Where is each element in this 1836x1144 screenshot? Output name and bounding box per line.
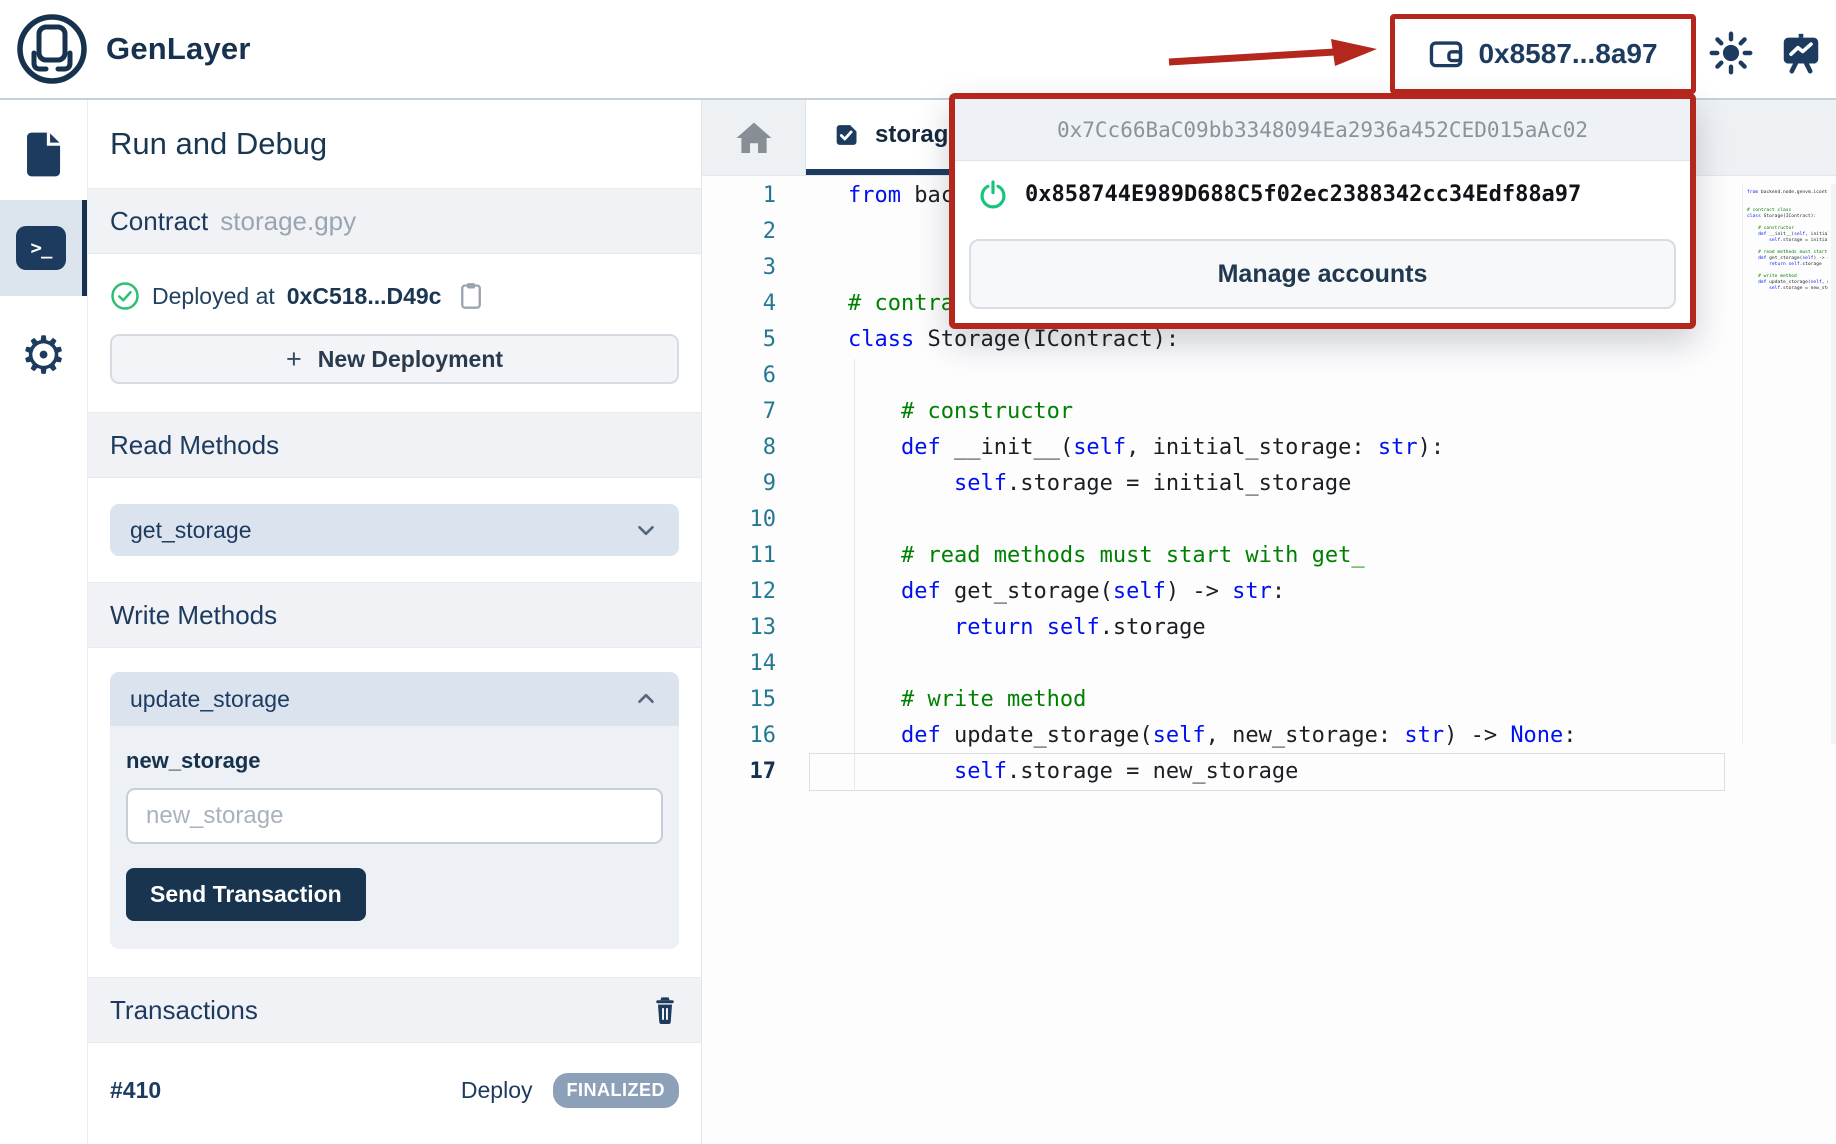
deployed-label: Deployed at — [152, 283, 275, 310]
account-address: 0x7Cc66BaC09bb3348094Ea2936a452CED015aAc… — [1057, 118, 1588, 142]
transaction-id: #410 — [110, 1077, 161, 1104]
home-button[interactable] — [702, 100, 806, 175]
code-line[interactable]: 10 — [702, 502, 1836, 538]
editor-scrollbar[interactable] — [1831, 184, 1836, 744]
code-line[interactable]: 16 def update_storage(self, new_storage:… — [702, 718, 1836, 754]
account-address: 0x858744E989D688C5f02ec2388342cc34Edf88a… — [1025, 182, 1581, 207]
read-methods-header: Read Methods — [88, 412, 701, 478]
brand-name: GenLayer — [106, 31, 251, 67]
send-transaction-button[interactable]: Send Transaction — [126, 868, 366, 921]
code-line[interactable]: 8 def __init__(self, initial_storage: st… — [702, 430, 1836, 466]
deployed-status-row: Deployed at 0xC518...D49c — [110, 280, 679, 312]
manage-accounts-button[interactable]: Manage accounts — [969, 239, 1676, 309]
home-icon — [733, 117, 775, 159]
terminal-icon: >_ — [16, 226, 66, 270]
plus-icon: + — [286, 344, 302, 375]
presentation-chart-icon — [1778, 30, 1824, 76]
method-update-storage-header[interactable]: update_storage — [110, 672, 679, 726]
settings-nav-button[interactable]: ⚙ — [0, 326, 87, 386]
transaction-type: Deploy — [461, 1077, 533, 1104]
contract-filename: storage.gpy — [220, 206, 356, 237]
brand[interactable]: GenLayer — [0, 11, 251, 87]
files-nav-button[interactable] — [0, 126, 87, 182]
genlayer-studio: GenLayer 0x8587...8a97 — [0, 0, 1836, 1144]
genlayer-logo-icon — [14, 11, 90, 87]
header: GenLayer 0x8587...8a97 — [0, 0, 1836, 100]
run-debug-nav-button[interactable]: >_ — [0, 200, 87, 296]
code-line[interactable]: 9 self.storage = initial_storage — [702, 466, 1836, 502]
code-line[interactable]: 12 def get_storage(self) -> str: — [702, 574, 1836, 610]
write-methods-header: Write Methods — [88, 582, 701, 648]
new-storage-input[interactable] — [126, 788, 663, 844]
chevron-up-icon — [633, 686, 659, 712]
contract-section-header: Contract storage.gpy — [88, 188, 701, 254]
activity-rail: >_ ⚙ — [0, 100, 88, 1144]
code-line[interactable]: 15 # write method — [702, 682, 1836, 718]
code-line[interactable]: 14 — [702, 646, 1836, 682]
minimap-lines: from backend.node.genvm.icontract import… — [1747, 190, 1828, 292]
method-get-storage[interactable]: get_storage — [110, 504, 679, 556]
copy-address-button[interactable] — [457, 280, 485, 312]
account-dropdown: 0x7Cc66BaC09bb3348094Ea2936a452CED015aAc… — [949, 93, 1696, 329]
wallet-address-short: 0x8587...8a97 — [1478, 38, 1657, 70]
contract-label: Contract — [110, 206, 208, 237]
new-deployment-button[interactable]: + New Deployment — [110, 334, 679, 384]
method-update-storage-form: new_storage Send Transaction — [110, 726, 679, 949]
code-line[interactable]: 7 # constructor — [702, 394, 1836, 430]
code-line[interactable]: 6 — [702, 358, 1836, 394]
code-line[interactable]: 13 return self.storage — [702, 610, 1836, 646]
theme-toggle-button[interactable] — [1708, 30, 1754, 76]
panel-title: Run and Debug — [88, 100, 701, 188]
field-label: new_storage — [126, 748, 663, 774]
sun-icon — [1709, 31, 1753, 75]
file-icon — [22, 129, 66, 179]
account-item[interactable]: 0x7Cc66BaC09bb3348094Ea2936a452CED015aAc… — [955, 99, 1690, 161]
code-line[interactable]: 11 # read methods must start with get_ — [702, 538, 1836, 574]
deployed-address: 0xC518...D49c — [287, 283, 442, 310]
transactions-header: Transactions — [88, 977, 701, 1043]
transaction-row[interactable]: #410 Deploy FINALIZED — [110, 1073, 679, 1108]
method-update-storage: update_storage new_storage Send Transact… — [110, 672, 679, 949]
account-item-active[interactable]: 0x858744E989D688C5f02ec2388342cc34Edf88a… — [955, 161, 1690, 227]
code-line[interactable]: 17 self.storage = new_storage — [702, 754, 1836, 790]
indent-guide — [854, 359, 855, 789]
status-badge: FINALIZED — [553, 1073, 680, 1108]
stats-board-button[interactable] — [1778, 30, 1824, 76]
minimap[interactable]: from backend.node.genvm.icontract import… — [1742, 184, 1828, 744]
run-debug-panel: Run and Debug Contract storage.gpy Deplo… — [88, 100, 702, 1144]
trash-icon[interactable] — [651, 994, 679, 1026]
checked-file-icon — [832, 121, 860, 149]
power-icon — [977, 178, 1009, 210]
gear-icon: ⚙ — [20, 330, 67, 382]
check-circle-icon — [110, 281, 140, 311]
chevron-down-icon — [633, 517, 659, 543]
wallet-icon — [1428, 38, 1464, 70]
wallet-account-button[interactable]: 0x8587...8a97 — [1402, 22, 1684, 86]
